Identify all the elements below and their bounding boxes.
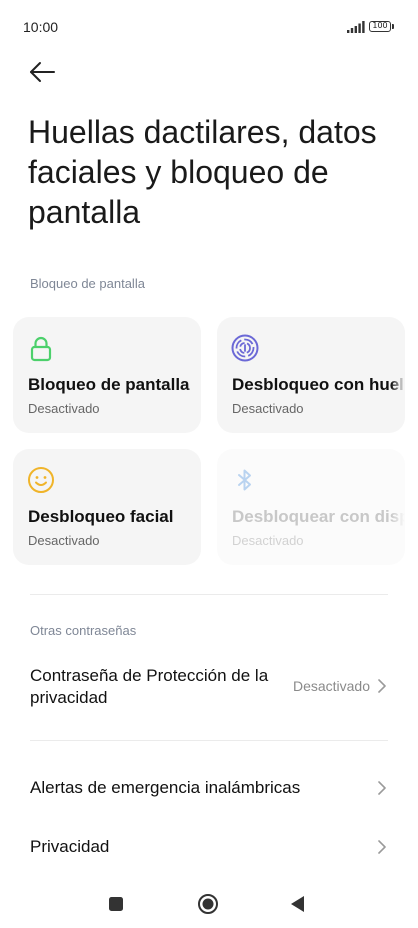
card-status: Desactivado bbox=[28, 401, 100, 416]
page-title: Huellas dactilares, datos faciales y blo… bbox=[28, 114, 377, 230]
status-bar: 10:00 100 bbox=[0, 0, 418, 52]
lock-icon bbox=[30, 336, 52, 362]
triangle-back-icon bbox=[291, 896, 304, 912]
row-title: Privacidad bbox=[30, 837, 110, 856]
section-label-other-passwords: Otras contraseñas bbox=[30, 623, 137, 638]
face-icon bbox=[28, 467, 54, 493]
text-fade bbox=[391, 449, 405, 565]
battery-tip bbox=[392, 24, 394, 29]
card-device-unlock: Desbloquear con dispositivo Desactivado bbox=[217, 449, 405, 565]
row-wireless-emergency-alerts[interactable]: Alertas de emergencia inalámbricas bbox=[0, 766, 418, 810]
card-title: Bloqueo de pantalla bbox=[28, 375, 190, 394]
card-status: Desactivado bbox=[28, 533, 100, 548]
text-fade bbox=[187, 449, 201, 565]
fingerprint-icon bbox=[231, 334, 259, 362]
card-title: Desbloqueo facial bbox=[28, 507, 174, 526]
row-title: Alertas de emergencia inalámbricas bbox=[30, 778, 301, 797]
divider bbox=[30, 740, 388, 741]
text-fade bbox=[187, 317, 201, 433]
text-fade bbox=[391, 317, 405, 433]
back-nav-button[interactable] bbox=[284, 890, 312, 918]
back-arrow-icon bbox=[30, 62, 55, 82]
chevron-right-icon bbox=[378, 840, 386, 854]
status-time: 10:00 bbox=[23, 19, 59, 35]
battery-icon: 100 bbox=[369, 21, 391, 32]
card-title: Desbloquear con dispositivo bbox=[232, 507, 405, 526]
home-button[interactable] bbox=[194, 890, 222, 918]
section-label-screen-lock: Bloqueo de pantalla bbox=[30, 276, 145, 291]
chevron-right-icon bbox=[378, 679, 386, 693]
card-face-unlock[interactable]: Desbloqueo facial Desactivado bbox=[13, 449, 201, 565]
cellular-signal-icon bbox=[347, 21, 365, 33]
square-recents-icon bbox=[109, 897, 123, 911]
card-status: Desactivado bbox=[232, 401, 304, 416]
battery-level: 100 bbox=[372, 21, 388, 30]
recents-button[interactable] bbox=[102, 890, 130, 918]
back-button[interactable] bbox=[26, 56, 60, 88]
row-privacy[interactable]: Privacidad bbox=[0, 826, 418, 870]
row-title: Contraseña de Protección de la privacida… bbox=[30, 666, 269, 707]
card-screen-lock[interactable]: Bloqueo de pantalla Desactivado bbox=[13, 317, 201, 433]
card-status: Desactivado bbox=[232, 533, 304, 548]
row-value: Desactivado bbox=[292, 678, 370, 694]
chevron-right-icon bbox=[378, 781, 386, 795]
card-fingerprint-unlock[interactable]: Desbloqueo con huella Desactivado bbox=[217, 317, 405, 433]
card-title: Desbloqueo con huella bbox=[232, 375, 405, 394]
circle-home-icon bbox=[198, 894, 218, 914]
divider bbox=[30, 594, 388, 595]
bluetooth-icon bbox=[238, 469, 251, 491]
navigation-bar bbox=[0, 880, 418, 928]
row-privacy-protection-password[interactable]: Contraseña de Protección de la privacida… bbox=[0, 660, 418, 716]
